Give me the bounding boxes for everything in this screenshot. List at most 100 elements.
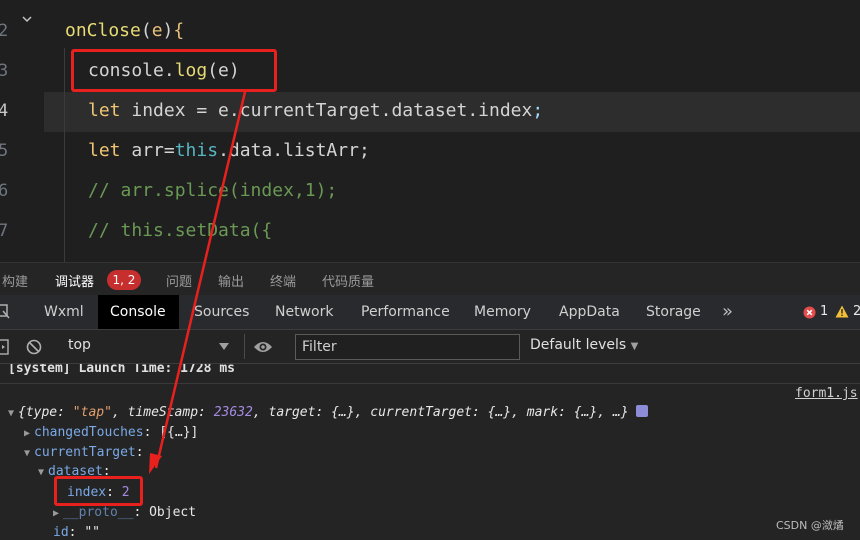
tab-storage[interactable]: Storage <box>634 295 713 329</box>
line-number: 6 <box>0 181 9 201</box>
key: timeStamp <box>127 405 199 420</box>
tree-node[interactable]: index: 2 <box>67 485 130 500</box>
tree-node[interactable]: ▼ dataset: <box>38 464 111 479</box>
key: changedTouches <box>34 425 144 440</box>
tree-node[interactable]: id: "" <box>53 525 100 540</box>
fold-chevron-icon[interactable] <box>22 14 32 24</box>
identifier: console <box>88 60 164 81</box>
dropdown-arrow-icon <box>219 343 229 350</box>
brace: { <box>173 20 185 41</box>
summary-rest: , target: {…}, currentTarget: {…}, mark:… <box>252 405 629 420</box>
info-icon[interactable] <box>636 405 649 417</box>
key: id <box>53 525 69 540</box>
log-levels-dropdown[interactable]: Default levels ▼ <box>530 337 638 353</box>
collapsed-triangle-icon[interactable]: ▶ <box>53 508 63 519</box>
line-number: 2 <box>0 21 9 41</box>
key: currentTarget <box>34 445 136 460</box>
error-icon <box>803 306 816 319</box>
value-string: "tap" <box>72 405 112 420</box>
error-count[interactable]: 1 <box>820 304 828 319</box>
keyword: let <box>88 100 121 121</box>
code-editor[interactable]: 2 3 4 5 6 7 onClose(e){ console.log(e) l… <box>0 0 860 262</box>
key: dataset <box>48 464 103 479</box>
line-number-active: 4 <box>0 101 9 121</box>
code-text: index = e. <box>120 100 240 121</box>
tab-output[interactable]: 输出 <box>218 271 244 290</box>
clear-console-icon[interactable] <box>26 339 42 355</box>
code-line[interactable]: console.log(e) <box>88 60 240 81</box>
brace: { <box>18 405 26 420</box>
line-number: 5 <box>0 141 9 161</box>
inspect-element-icon[interactable] <box>0 304 10 320</box>
warning-count[interactable]: 2 <box>853 304 860 319</box>
filter-input[interactable] <box>295 334 520 360</box>
code-line[interactable]: onClose(e){ <box>65 20 184 41</box>
param: e <box>151 20 163 41</box>
tree-node[interactable]: ▶ changedTouches: [{…}] <box>24 425 198 440</box>
tab-appdata[interactable]: AppData <box>547 295 632 329</box>
method-name: log <box>174 60 208 81</box>
tab-debugger[interactable]: 调试器 <box>55 271 94 290</box>
key: type <box>25 405 58 420</box>
key: index <box>67 485 107 500</box>
expand-triangle-icon[interactable]: ▼ <box>24 448 34 459</box>
tab-build[interactable]: 构建 <box>2 271 28 290</box>
tab-memory[interactable]: Memory <box>462 295 543 329</box>
line-number: 3 <box>0 61 9 81</box>
value: [{…}] <box>159 425 199 440</box>
dot: . <box>163 60 175 81</box>
tab-performance[interactable]: Performance <box>349 295 462 329</box>
collapsed-triangle-icon[interactable]: ▶ <box>24 428 34 439</box>
tree-node[interactable]: ▼ currentTarget: <box>24 445 144 460</box>
line-number: 7 <box>0 221 9 241</box>
keyword: let <box>88 140 121 161</box>
tree-node[interactable]: ▶ __proto__: Object <box>53 505 196 520</box>
args: (e) <box>207 60 240 81</box>
sidebar-toggle-icon[interactable] <box>0 339 9 355</box>
tab-problems[interactable]: 问题 <box>166 271 192 290</box>
watermark: CSDN @潋燏 <box>776 519 844 532</box>
context-value: top <box>68 337 91 353</box>
tab-network[interactable]: Network <box>263 295 345 329</box>
console-output[interactable]: [system] Launch Time: 1728 ms form1.js ▼… <box>0 364 860 540</box>
context-selector[interactable]: top <box>60 334 236 359</box>
tab-wxml[interactable]: Wxml <box>32 295 96 329</box>
panel-tab-bar: 构建 调试器 1, 2 问题 输出 终端 代码质量 <box>0 262 860 295</box>
value-string: "" <box>84 525 100 540</box>
warning-icon <box>835 305 849 318</box>
expand-triangle-icon[interactable]: ▼ <box>8 408 18 419</box>
source-link[interactable]: form1.js <box>795 386 858 401</box>
log-separator <box>0 383 860 384</box>
log-object-summary[interactable]: ▼ {type: "tap", timeStamp: 23632, target:… <box>8 405 649 420</box>
key: __proto__ <box>63 505 134 520</box>
more-tabs-button[interactable]: » <box>710 295 745 329</box>
property: currentTarget <box>239 100 381 121</box>
error-count-badge: 1, 2 <box>107 270 141 290</box>
code-line[interactable]: let index = e.currentTarget.dataset.inde… <box>88 100 543 121</box>
code-text: arr= <box>120 140 175 161</box>
value-number: 23632 <box>213 405 253 420</box>
dropdown-arrow-icon: ▼ <box>630 341 639 352</box>
expand-triangle-icon[interactable]: ▼ <box>38 467 48 478</box>
dot: . <box>380 100 392 121</box>
property: dataset <box>391 100 468 121</box>
tab-console[interactable]: Console <box>98 295 179 329</box>
code-comment[interactable]: // this.setData({ <box>88 220 272 241</box>
code-comment[interactable]: // arr.splice(index,1); <box>88 180 337 201</box>
this-keyword: this <box>174 140 219 161</box>
code-text: .data.listArr; <box>218 140 370 161</box>
value-number: 2 <box>121 485 130 500</box>
value: Object <box>149 505 197 520</box>
tab-code-quality[interactable]: 代码质量 <box>322 271 374 290</box>
console-toolbar: top Default levels ▼ <box>0 330 860 364</box>
eye-icon[interactable] <box>253 340 273 354</box>
semicolon: ; <box>532 100 544 121</box>
code-line[interactable]: let arr=this.data.listArr; <box>88 140 370 161</box>
paren: ) <box>162 20 174 41</box>
tab-terminal[interactable]: 终端 <box>270 271 296 290</box>
paren: ( <box>140 20 152 41</box>
devtools-tab-bar: Wxml Console Sources Network Performance… <box>0 295 860 330</box>
tab-sources[interactable]: Sources <box>182 295 261 329</box>
log-levels-label: Default levels <box>530 337 627 353</box>
indent-guide <box>64 48 65 262</box>
